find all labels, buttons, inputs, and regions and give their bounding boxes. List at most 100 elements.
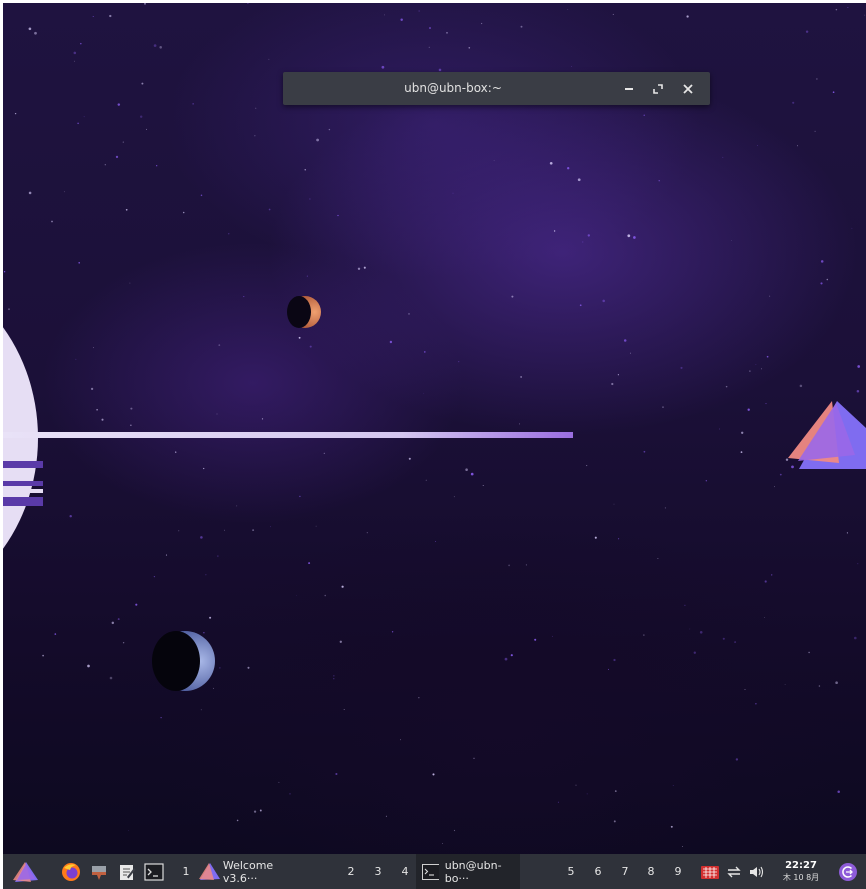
star [453, 496, 455, 498]
star [846, 532, 848, 534]
star [553, 230, 556, 232]
star [224, 529, 225, 531]
star [618, 538, 620, 540]
star [130, 424, 132, 426]
star [792, 101, 795, 104]
star [520, 25, 523, 28]
star [741, 431, 744, 434]
star [182, 211, 185, 214]
star [520, 376, 522, 378]
keyboard-input-tray[interactable] [699, 854, 721, 889]
network-tray[interactable] [723, 854, 745, 889]
star [613, 503, 615, 505]
star [341, 585, 344, 588]
star [28, 191, 32, 195]
star [333, 678, 335, 680]
star [731, 240, 732, 241]
star [857, 365, 861, 368]
star [333, 675, 335, 677]
workspace-8[interactable]: 8 [642, 854, 660, 889]
terminal-task-icon [422, 863, 439, 880]
star [389, 340, 393, 344]
star [278, 781, 280, 783]
star [92, 16, 94, 17]
star [83, 116, 85, 118]
task-terminal[interactable]: ubn@ubn-bo··· [416, 854, 520, 889]
star [519, 423, 521, 425]
workspace-6[interactable]: 6 [589, 854, 607, 889]
star [192, 103, 194, 105]
star [236, 505, 238, 507]
logout-icon [839, 862, 857, 881]
star [270, 526, 271, 528]
firefox-icon [62, 862, 80, 881]
star [87, 664, 90, 668]
application-menu-button[interactable] [9, 854, 41, 889]
workspace-7[interactable]: 7 [616, 854, 634, 889]
star [551, 635, 553, 637]
star [816, 78, 818, 80]
welcome-task-label: Welcome v3.6··· [222, 858, 274, 885]
logout-button[interactable] [836, 854, 860, 889]
star [755, 364, 757, 365]
workspace-9[interactable]: 9 [669, 854, 687, 889]
star [203, 632, 205, 634]
star [432, 773, 435, 776]
star [586, 465, 588, 467]
star [255, 107, 257, 109]
star [766, 355, 769, 358]
terminal-launcher[interactable] [141, 854, 167, 889]
star [315, 525, 317, 527]
clock[interactable]: 22:27 木 10 8月 [774, 854, 828, 889]
star [764, 580, 767, 583]
star [826, 278, 829, 281]
volume-tray[interactable] [746, 854, 768, 889]
file-manager-launcher[interactable] [87, 854, 111, 889]
star [117, 618, 120, 621]
star [366, 532, 368, 534]
star [689, 628, 691, 630]
star [686, 15, 689, 18]
firefox-launcher[interactable] [59, 854, 83, 889]
file-manager-icon [92, 865, 106, 880]
star [761, 368, 762, 370]
taskbar: 1 Welcome v3.6··· 2 3 4 ubn@ubn-bo··· 5 … [3, 854, 866, 889]
star [146, 128, 147, 130]
workspace-1[interactable]: 1 [177, 854, 195, 889]
star [129, 282, 131, 284]
terminal-window-titlebar[interactable]: ubn@ubn-box:~ [283, 72, 710, 105]
workspace-3[interactable]: 3 [369, 854, 387, 889]
star [247, 666, 250, 669]
star [765, 403, 767, 405]
star [718, 428, 720, 430]
star [252, 529, 255, 531]
star [611, 382, 614, 386]
workspace-5[interactable]: 5 [562, 854, 580, 889]
maximize-button[interactable] [648, 79, 668, 99]
star [339, 640, 342, 643]
star [418, 10, 420, 12]
workspace-2[interactable]: 2 [342, 854, 360, 889]
star [328, 128, 331, 131]
close-button[interactable] [678, 79, 698, 99]
star [470, 472, 474, 476]
star [381, 65, 385, 69]
star [153, 575, 156, 578]
star [511, 295, 514, 298]
planet-ring-line [3, 432, 573, 438]
star [316, 138, 319, 142]
star [837, 790, 840, 794]
star [643, 634, 645, 636]
star [205, 574, 207, 576]
star [34, 31, 37, 35]
star [77, 122, 79, 125]
star [391, 631, 394, 633]
workspace-4[interactable]: 4 [396, 854, 414, 889]
star [323, 452, 325, 454]
star [473, 757, 475, 759]
star [480, 22, 483, 25]
star [664, 507, 666, 509]
task-welcome[interactable]: Welcome v3.6··· [197, 854, 307, 889]
text-editor-launcher[interactable] [115, 854, 139, 889]
minimize-button[interactable] [619, 79, 639, 99]
